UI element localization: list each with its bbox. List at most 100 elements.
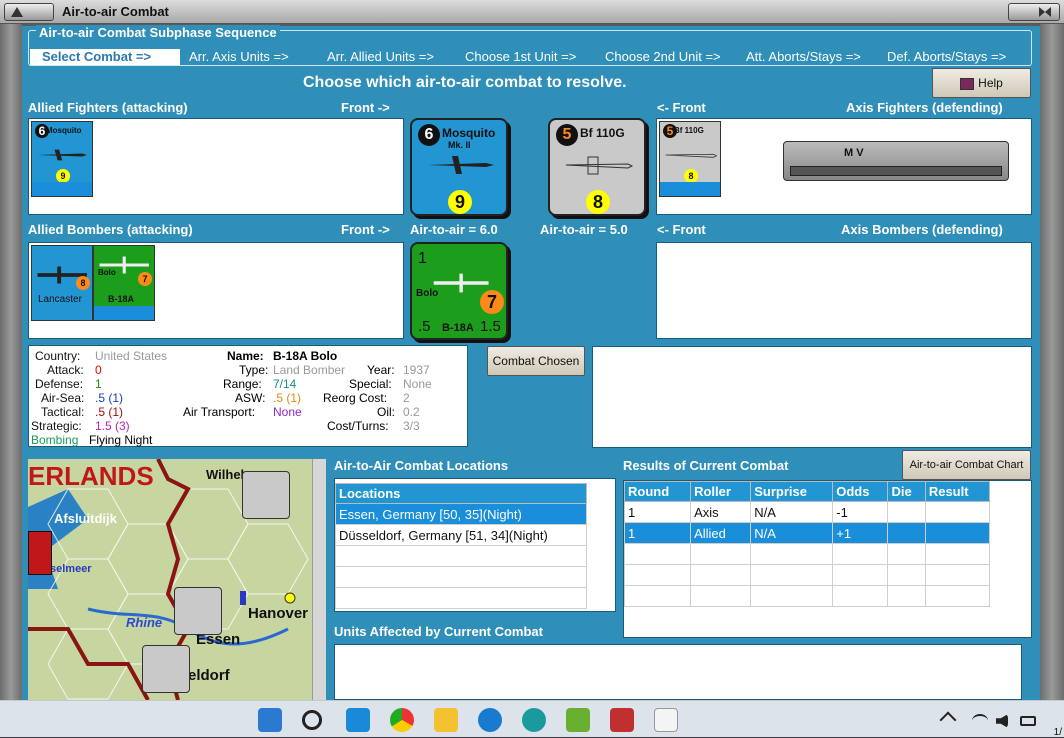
info-key: Bombing	[31, 433, 79, 447]
bolo-counter-small[interactable]: Bolo 7 B-18A	[93, 245, 155, 321]
bf110-counter-large[interactable]: 5 Bf 110G 8	[548, 118, 646, 216]
seq-step-arr-allied[interactable]: Arr. Allied Units =>	[327, 49, 434, 64]
search-icon[interactable]	[302, 710, 322, 730]
big-defense: 9	[448, 190, 472, 214]
info-value: 1	[95, 377, 102, 391]
seq-step-att-aborts[interactable]: Att. Aborts/Stays =>	[746, 49, 861, 64]
counter-defense: 7	[138, 272, 152, 286]
help-button[interactable]: Help	[932, 68, 1031, 98]
map-unit-ju88[interactable]	[142, 645, 190, 693]
air-to-air-axis-value: Air-to-air = 5.0	[540, 222, 628, 237]
edge-icon[interactable]	[522, 708, 546, 732]
table-row[interactable]: Düsseldorf, Germany [51, 34](Night)	[335, 524, 587, 546]
table-row[interactable]: 1 Axis N/A -1	[623, 501, 991, 523]
lancaster-counter-small[interactable]: 8 Lancaster	[31, 245, 93, 321]
map-unit-flag[interactable]	[28, 531, 52, 575]
seq-step-choose-1st[interactable]: Choose 1st Unit =>	[465, 49, 576, 64]
help-label: Help	[978, 76, 1003, 90]
info-value: 1937	[403, 363, 430, 377]
info-value: B-18A Bolo	[273, 349, 338, 363]
axis-bombers-box[interactable]	[656, 242, 1032, 339]
snipping-icon[interactable]	[654, 708, 678, 732]
locations-panel: Locations Essen, Germany [50, 35](Night)…	[334, 478, 616, 612]
map-label-hanover: Hanover	[248, 605, 309, 622]
table-row[interactable]: Essen, Germany [50, 35](Night)	[335, 503, 587, 525]
info-key: Defense:	[35, 377, 84, 391]
locations-table: Locations Essen, Germany [50, 35](Night)…	[335, 483, 587, 609]
location-cell[interactable]: Essen, Germany [50, 35](Night)	[335, 503, 587, 525]
info-key: Range:	[223, 377, 262, 391]
wifi-icon[interactable]	[972, 714, 988, 728]
battery-icon[interactable]	[1020, 716, 1036, 726]
info-value: .5 (1)	[273, 391, 302, 405]
counter-name: Bf 110G	[674, 126, 704, 135]
bf110-counter-small[interactable]: 5 Bf 110G 8	[659, 121, 721, 197]
system-menu-button[interactable]	[4, 3, 54, 21]
info-value: United States	[95, 349, 168, 363]
info-key: Cost/Turns:	[327, 419, 389, 433]
axis-fighters-box[interactable]: 5 Bf 110G 8 M V	[656, 118, 1032, 215]
mosquito-counter-large[interactable]: 6 Mosquito Mk. II 9	[410, 118, 508, 216]
air-to-air-chart-button[interactable]: Air-to-air Combat Chart	[902, 450, 1031, 480]
location-cell[interactable]: Düsseldorf, Germany [51, 34](Night)	[335, 524, 587, 546]
counter-model: B-18A	[108, 294, 135, 304]
map-label-rhine: Rhine	[126, 615, 163, 630]
map-unit-bf110[interactable]	[174, 587, 222, 635]
map-scrollbar[interactable]	[312, 459, 326, 700]
table-row[interactable]: 1 Allied N/A +1	[623, 522, 991, 544]
results-cell: N/A	[750, 522, 834, 544]
allied-bombers-label: Allied Bombers (attacking)	[28, 222, 193, 237]
info-key: Special:	[349, 377, 392, 391]
mini-window-bar	[790, 166, 1002, 176]
info-key: Air-Sea:	[41, 391, 85, 405]
results-cell: Axis	[690, 501, 752, 523]
folder-icon[interactable]	[434, 708, 458, 732]
game-icon[interactable]	[610, 708, 634, 732]
seq-step-arr-axis[interactable]: Arr. Axis Units =>	[189, 49, 289, 64]
seq-step-choose-2nd[interactable]: Choose 2nd Unit =>	[605, 49, 721, 64]
info-key: Oil:	[377, 405, 395, 419]
mini-window[interactable]: M V	[783, 141, 1009, 181]
selection-bar	[32, 182, 92, 196]
map-label-dusseldorf: eldorf	[188, 667, 230, 684]
map-view[interactable]: ERLANDS Afsluitdijk selmeer Rhine Essen …	[28, 459, 326, 700]
allied-bombers-box[interactable]: 8 Lancaster Bolo 7 B-18A	[28, 242, 404, 339]
allied-fighters-box[interactable]: 6 Mosquito 9	[28, 118, 404, 215]
hp-icon[interactable]	[346, 708, 370, 732]
table-row	[335, 545, 587, 567]
bolo-counter-large[interactable]: 1 Bolo 7 .5 B-18A 1.5	[410, 242, 508, 340]
results-cell: -1	[832, 501, 889, 523]
seq-step-select-combat[interactable]: Select Combat =>	[30, 49, 180, 65]
big-attack: 5	[556, 124, 578, 146]
results-cell: N/A	[750, 501, 834, 523]
air-to-air-allied-value: Air-to-air = 6.0	[410, 222, 498, 237]
combat-notes-box	[592, 346, 1032, 448]
start-icon[interactable]	[258, 708, 282, 732]
notepad-icon[interactable]	[566, 708, 590, 732]
allied-fighters-label: Allied Fighters (attacking)	[28, 100, 188, 115]
table-row	[623, 585, 991, 607]
help-book-icon	[960, 77, 975, 90]
counter-defense: 8	[76, 276, 90, 290]
prompt-text: Choose which air-to-air combat to resolv…	[303, 74, 627, 91]
front-left-label-1: <- Front	[657, 100, 706, 115]
locations-column-header: Locations	[335, 483, 587, 504]
combat-chosen-button[interactable]: Combat Chosen	[487, 346, 585, 376]
clock[interactable]: 1/	[1054, 727, 1062, 738]
results-col-result: Result	[924, 481, 991, 502]
results-cell: Allied	[690, 522, 752, 544]
seq-step-def-aborts[interactable]: Def. Aborts/Stays =>	[887, 49, 1006, 64]
chrome-icon[interactable]	[390, 708, 414, 732]
results-cell	[887, 522, 926, 544]
results-col-die: Die	[887, 481, 926, 502]
close-button[interactable]	[1008, 3, 1060, 21]
info-value: Land Bomber	[273, 363, 346, 377]
map-unit-bf109[interactable]	[242, 471, 290, 519]
title-bar: Air-to-air Combat	[0, 0, 1064, 24]
results-col-round: Round	[623, 481, 692, 502]
info-key: Attack:	[47, 363, 84, 377]
info-key: Name:	[227, 349, 264, 363]
table-row	[623, 564, 991, 586]
mosquito-counter-small[interactable]: 6 Mosquito 9	[31, 121, 93, 197]
help-circle-icon[interactable]	[478, 708, 502, 732]
